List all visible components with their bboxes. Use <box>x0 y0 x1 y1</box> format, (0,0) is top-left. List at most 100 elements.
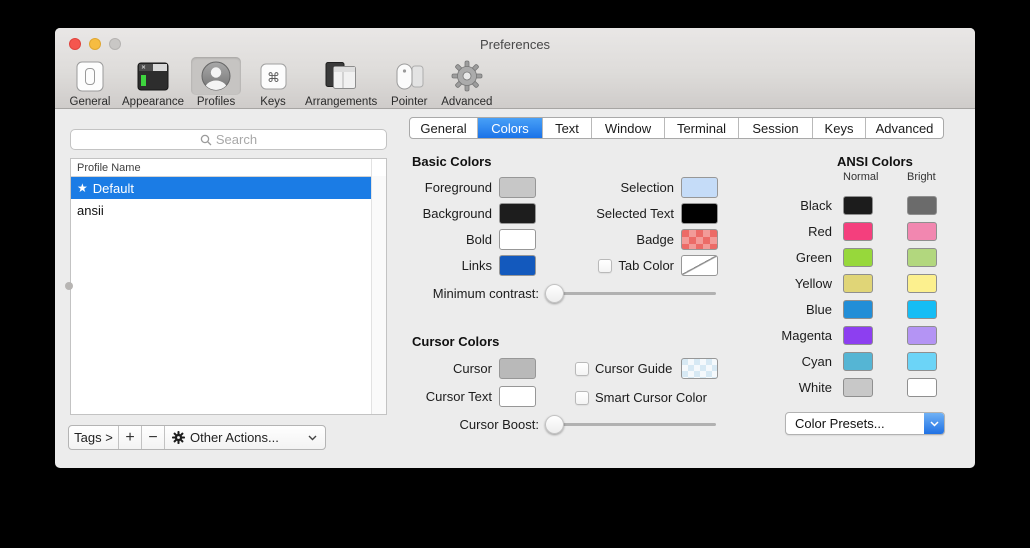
ansi-red-bright-well[interactable] <box>907 222 937 241</box>
search-input[interactable]: Search <box>70 129 387 150</box>
ansi-red-normal-well[interactable] <box>843 222 873 241</box>
ansi-col-bright: Bright <box>907 171 936 183</box>
cursor-boost-label: Cursor Boost: <box>460 417 539 432</box>
cursor-guide-checkbox[interactable] <box>575 362 589 376</box>
toolbar-label: Pointer <box>391 96 427 108</box>
toolbar-label: Keys <box>260 96 286 108</box>
cursor-text-color-well[interactable] <box>499 386 536 407</box>
toolbar-item-keys[interactable]: ⌘ Keys <box>248 57 298 108</box>
color-presets-dropdown[interactable]: Color Presets... <box>785 412 945 435</box>
background-color-well[interactable] <box>499 203 536 224</box>
other-actions-button[interactable]: Other Actions... <box>165 426 325 449</box>
links-row: Links <box>412 255 536 276</box>
profile-tabs: General Colors Text Window Terminal Sess… <box>409 117 944 139</box>
ansi-blue-bright-well[interactable] <box>907 300 937 319</box>
toolbar-item-appearance[interactable]: Appearance <box>122 57 184 108</box>
smart-cursor-label: Smart Cursor Color <box>595 390 707 405</box>
tab-session[interactable]: Session <box>739 118 813 138</box>
slider-knob[interactable] <box>545 415 564 434</box>
dropdown-arrow-cap <box>924 413 944 434</box>
cursor-guide-label: Cursor Guide <box>595 361 672 376</box>
ansi-label: White <box>745 380 832 395</box>
selected-text-color-well[interactable] <box>681 203 718 224</box>
list-column-divider <box>371 159 372 176</box>
tab-general[interactable]: General <box>410 118 478 138</box>
tab-colors[interactable]: Colors <box>478 118 543 138</box>
tab-window[interactable]: Window <box>592 118 665 138</box>
ansi-label: Red <box>745 224 832 239</box>
preferences-window: Preferences General Appearance <box>55 28 975 468</box>
toolbar-item-pointer[interactable]: Pointer <box>384 57 434 108</box>
gear-icon <box>172 431 185 444</box>
toolbar-label: Profiles <box>197 96 235 108</box>
ansi-row-yellow: Yellow <box>745 273 937 293</box>
smart-cursor-checkbox[interactable] <box>575 391 589 405</box>
toolbar-item-advanced[interactable]: Advanced <box>441 57 492 108</box>
tags-button[interactable]: Tags > <box>69 426 119 449</box>
profile-row-ansii[interactable]: ansii <box>71 199 371 221</box>
split-handle-dot[interactable] <box>65 282 73 290</box>
general-icon <box>65 57 115 95</box>
tab-color-checkbox[interactable] <box>598 259 612 273</box>
tab-keys[interactable]: Keys <box>813 118 866 138</box>
selection-color-well[interactable] <box>681 177 718 198</box>
foreground-row: Foreground <box>412 177 536 198</box>
ansi-row-white: White <box>745 377 937 397</box>
foreground-color-well[interactable] <box>499 177 536 198</box>
profile-row-default[interactable]: ★ Default <box>71 177 371 199</box>
profile-list: Profile Name ★ Default ansii <box>70 158 387 415</box>
ansi-label: Green <box>745 250 832 265</box>
color-presets-label: Color Presets... <box>795 416 885 431</box>
list-scrollbar-track[interactable] <box>371 176 386 414</box>
toolbar-item-arrangements[interactable]: Arrangements <box>305 57 377 108</box>
ansi-yellow-bright-well[interactable] <box>907 274 937 293</box>
smart-cursor-row: Smart Cursor Color <box>575 387 707 408</box>
bold-color-well[interactable] <box>499 229 536 250</box>
slider-track <box>545 423 716 426</box>
ansi-row-black: Black <box>745 195 937 215</box>
ansi-cyan-normal-well[interactable] <box>843 352 873 371</box>
ansi-white-bright-well[interactable] <box>907 378 937 397</box>
tab-terminal[interactable]: Terminal <box>665 118 739 138</box>
cursor-boost-slider[interactable] <box>545 415 716 434</box>
links-label: Links <box>462 258 492 273</box>
cursor-text-label: Cursor Text <box>426 389 492 404</box>
badge-color-well[interactable] <box>681 229 718 250</box>
remove-profile-button[interactable]: − <box>142 426 165 449</box>
cursor-guide-row: Cursor Guide <box>575 358 672 379</box>
ansi-cyan-bright-well[interactable] <box>907 352 937 371</box>
ansi-blue-normal-well[interactable] <box>843 300 873 319</box>
cursor-guide-color-well[interactable] <box>681 358 718 379</box>
min-contrast-label: Minimum contrast: <box>433 286 539 301</box>
links-color-well[interactable] <box>499 255 536 276</box>
ansi-col-normal: Normal <box>843 171 878 183</box>
ansi-green-normal-well[interactable] <box>843 248 873 267</box>
slider-knob[interactable] <box>545 284 564 303</box>
ansi-yellow-normal-well[interactable] <box>843 274 873 293</box>
toolbar-item-profiles[interactable]: Profiles <box>191 57 241 108</box>
toolbar-item-general[interactable]: General <box>65 57 115 108</box>
cursor-boost-row: Cursor Boost: <box>412 414 716 435</box>
ansi-black-bright-well[interactable] <box>907 196 937 215</box>
ansi-green-bright-well[interactable] <box>907 248 937 267</box>
cursor-color-well[interactable] <box>499 358 536 379</box>
add-profile-button[interactable]: + <box>119 426 142 449</box>
appearance-icon <box>128 57 178 95</box>
preferences-toolbar: General Appearance <box>65 57 492 108</box>
profile-list-header: Profile Name <box>71 159 386 177</box>
bold-row: Bold <box>412 229 536 250</box>
search-icon <box>200 134 212 146</box>
ansi-black-normal-well[interactable] <box>843 196 873 215</box>
tab-text[interactable]: Text <box>543 118 592 138</box>
arrangements-icon <box>316 57 366 95</box>
tab-color-well[interactable] <box>681 255 718 276</box>
ansi-white-normal-well[interactable] <box>843 378 873 397</box>
ansi-row-blue: Blue <box>745 299 937 319</box>
selected-text-row: Selected Text <box>555 203 718 224</box>
window-title: Preferences <box>55 37 975 52</box>
tab-advanced[interactable]: Advanced <box>866 118 943 138</box>
min-contrast-slider[interactable] <box>545 284 716 303</box>
ansi-magenta-bright-well[interactable] <box>907 326 937 345</box>
ansi-magenta-normal-well[interactable] <box>843 326 873 345</box>
tab-color-label: Tab Color <box>618 258 674 273</box>
